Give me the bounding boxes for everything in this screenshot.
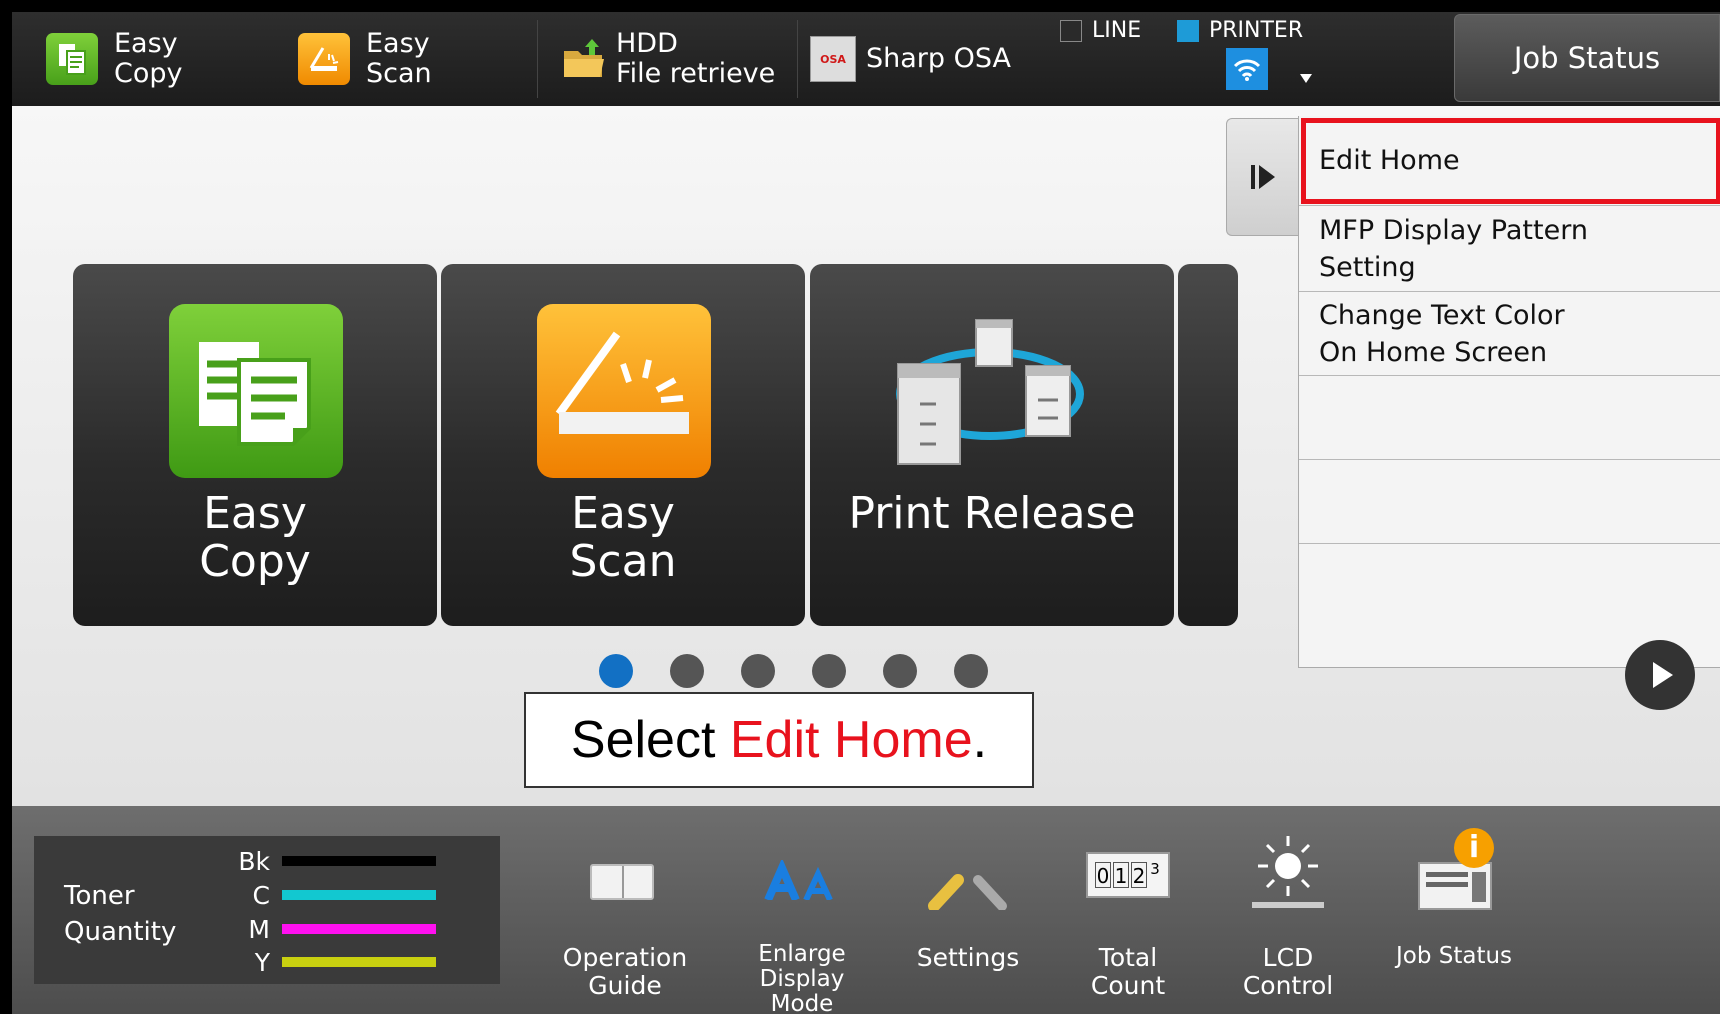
divider <box>537 20 538 98</box>
page-dot[interactable] <box>741 654 775 688</box>
toner-bar-m <box>282 924 436 934</box>
info-badge-icon: i <box>1454 828 1494 868</box>
play-icon <box>1653 662 1673 688</box>
line-indicator: LINE <box>1060 18 1141 43</box>
wifi-icon[interactable] <box>1226 48 1268 90</box>
lcd-control-button[interactable]: LCD Control <box>1208 806 1368 1014</box>
operation-guide-button[interactable]: Operation Guide <box>550 806 700 1014</box>
mfp-home-screen: Easy Copy Easy Scan HDD File retrieve OS… <box>12 12 1720 1014</box>
shortcut-sharp-osa[interactable]: OSA Sharp OSA <box>810 12 1011 106</box>
osa-icon: OSA <box>810 36 856 82</box>
menu-item-empty <box>1299 376 1720 460</box>
toner-bar-c <box>282 890 436 900</box>
copy-icon <box>169 304 343 478</box>
bottom-item-label: Total Count <box>1090 943 1166 1000</box>
shortcut-label: HDD File retrieve <box>616 28 776 89</box>
tile-label: Easy Copy <box>199 488 311 587</box>
printer-label: PRINTER <box>1209 18 1304 43</box>
bottom-item-label: Enlarge Display Mode <box>758 941 846 1014</box>
bottom-bar: Toner Quantity Bk C M Y Operation Guide … <box>12 806 1720 1014</box>
home-options-menu: Edit Home MFP Display Pattern Setting Ch… <box>1298 116 1720 668</box>
toner-title: Toner Quantity <box>64 881 177 947</box>
tile-label: Easy Scan <box>569 488 677 587</box>
page-dot[interactable] <box>954 654 988 688</box>
enlarge-text-icon <box>764 860 844 900</box>
page-dot-active[interactable] <box>599 654 633 688</box>
shortcut-easy-copy[interactable]: Easy Copy <box>46 12 183 106</box>
callout-highlight: Edit Home <box>729 711 973 769</box>
enlarge-display-mode-button[interactable]: Enlarge Display Mode <box>724 806 880 1014</box>
osa-icon-text: OSA <box>820 52 846 66</box>
counter-digit: 0 <box>1095 862 1111 888</box>
counter-digit: 2 <box>1131 862 1147 888</box>
counter-icon: 0 1 2 3 <box>1086 852 1170 898</box>
counter-digit: 1 <box>1113 862 1129 888</box>
divider <box>797 20 798 98</box>
bottom-item-label: LCD Control <box>1242 943 1334 1000</box>
top-bar: Easy Copy Easy Scan HDD File retrieve OS… <box>12 12 1720 106</box>
callout-prefix: Select <box>570 711 730 769</box>
bottom-item-label: Job Status <box>1395 943 1513 969</box>
book-icon <box>590 864 654 900</box>
panel-collapse-button[interactable] <box>1226 118 1298 236</box>
shortcut-hdd-file-retrieve[interactable]: HDD File retrieve <box>562 12 775 106</box>
wrench-icon <box>918 860 1018 912</box>
tile-partial[interactable] <box>1178 264 1238 626</box>
scan-icon <box>537 304 711 478</box>
tile-label: Print Release <box>848 488 1136 539</box>
settings-button[interactable]: Settings <box>888 806 1048 1014</box>
menu-item-change-text-color[interactable]: Change Text Color On Home Screen <box>1299 292 1720 376</box>
toner-row-bk: Bk <box>224 846 436 876</box>
page-dot[interactable] <box>883 654 917 688</box>
shortcut-label: Sharp OSA <box>866 43 1011 74</box>
tile-easy-copy[interactable]: Easy Copy <box>73 264 437 626</box>
bottom-item-label: Operation Guide <box>562 943 688 1000</box>
page-dot[interactable] <box>812 654 846 688</box>
page-dot[interactable] <box>670 654 704 688</box>
toner-row-c: C <box>224 880 436 910</box>
toner-code: Bk <box>238 846 270 876</box>
chevron-down-icon[interactable] <box>1300 74 1312 83</box>
toner-code: M <box>248 914 270 944</box>
job-status-bottom-button[interactable]: i Job Status <box>1374 806 1534 1014</box>
copy-icon <box>46 33 98 85</box>
printer-indicator: PRINTER <box>1177 18 1303 43</box>
toner-quantity-panel: Toner Quantity Bk C M Y <box>34 836 500 984</box>
brightness-icon <box>1246 826 1330 910</box>
menu-item-mfp-display-pattern[interactable]: MFP Display Pattern Setting <box>1299 206 1720 292</box>
total-count-button[interactable]: 0 1 2 3 Total Count <box>1048 806 1208 1014</box>
shortcut-easy-scan[interactable]: Easy Scan <box>298 12 432 106</box>
shortcut-label: Easy Copy <box>114 28 183 89</box>
instruction-callout: Select Edit Home. <box>524 692 1034 788</box>
scan-icon <box>298 33 350 85</box>
toner-code: Y <box>254 947 270 977</box>
shortcut-label: Easy Scan <box>366 28 432 89</box>
callout-suffix: . <box>972 711 988 769</box>
collapse-panel-icon <box>1250 165 1275 189</box>
tile-easy-scan[interactable]: Easy Scan <box>441 264 805 626</box>
counter-digit: 3 <box>1150 860 1160 878</box>
toner-row-y: Y <box>224 947 436 977</box>
bottom-item-label: Settings <box>916 943 1020 972</box>
next-page-button[interactable] <box>1625 640 1695 710</box>
line-label: LINE <box>1092 18 1142 43</box>
print-release-icon <box>890 304 1090 484</box>
line-status-box <box>1060 19 1082 42</box>
menu-item-empty <box>1299 460 1720 544</box>
job-status-icon <box>1418 862 1492 910</box>
info-badge-text: i <box>1468 830 1480 865</box>
menu-item-empty <box>1299 544 1720 628</box>
toner-row-m: M <box>224 914 436 944</box>
printer-status-box <box>1177 19 1199 42</box>
toner-code: C <box>252 880 270 910</box>
folder-upload-icon <box>562 37 606 81</box>
toner-bar-bk <box>282 856 436 866</box>
tile-print-release[interactable]: Print Release <box>810 264 1174 626</box>
menu-item-edit-home[interactable]: Edit Home <box>1299 116 1720 206</box>
job-status-button[interactable]: Job Status <box>1454 14 1720 102</box>
toner-bar-y <box>282 957 436 967</box>
